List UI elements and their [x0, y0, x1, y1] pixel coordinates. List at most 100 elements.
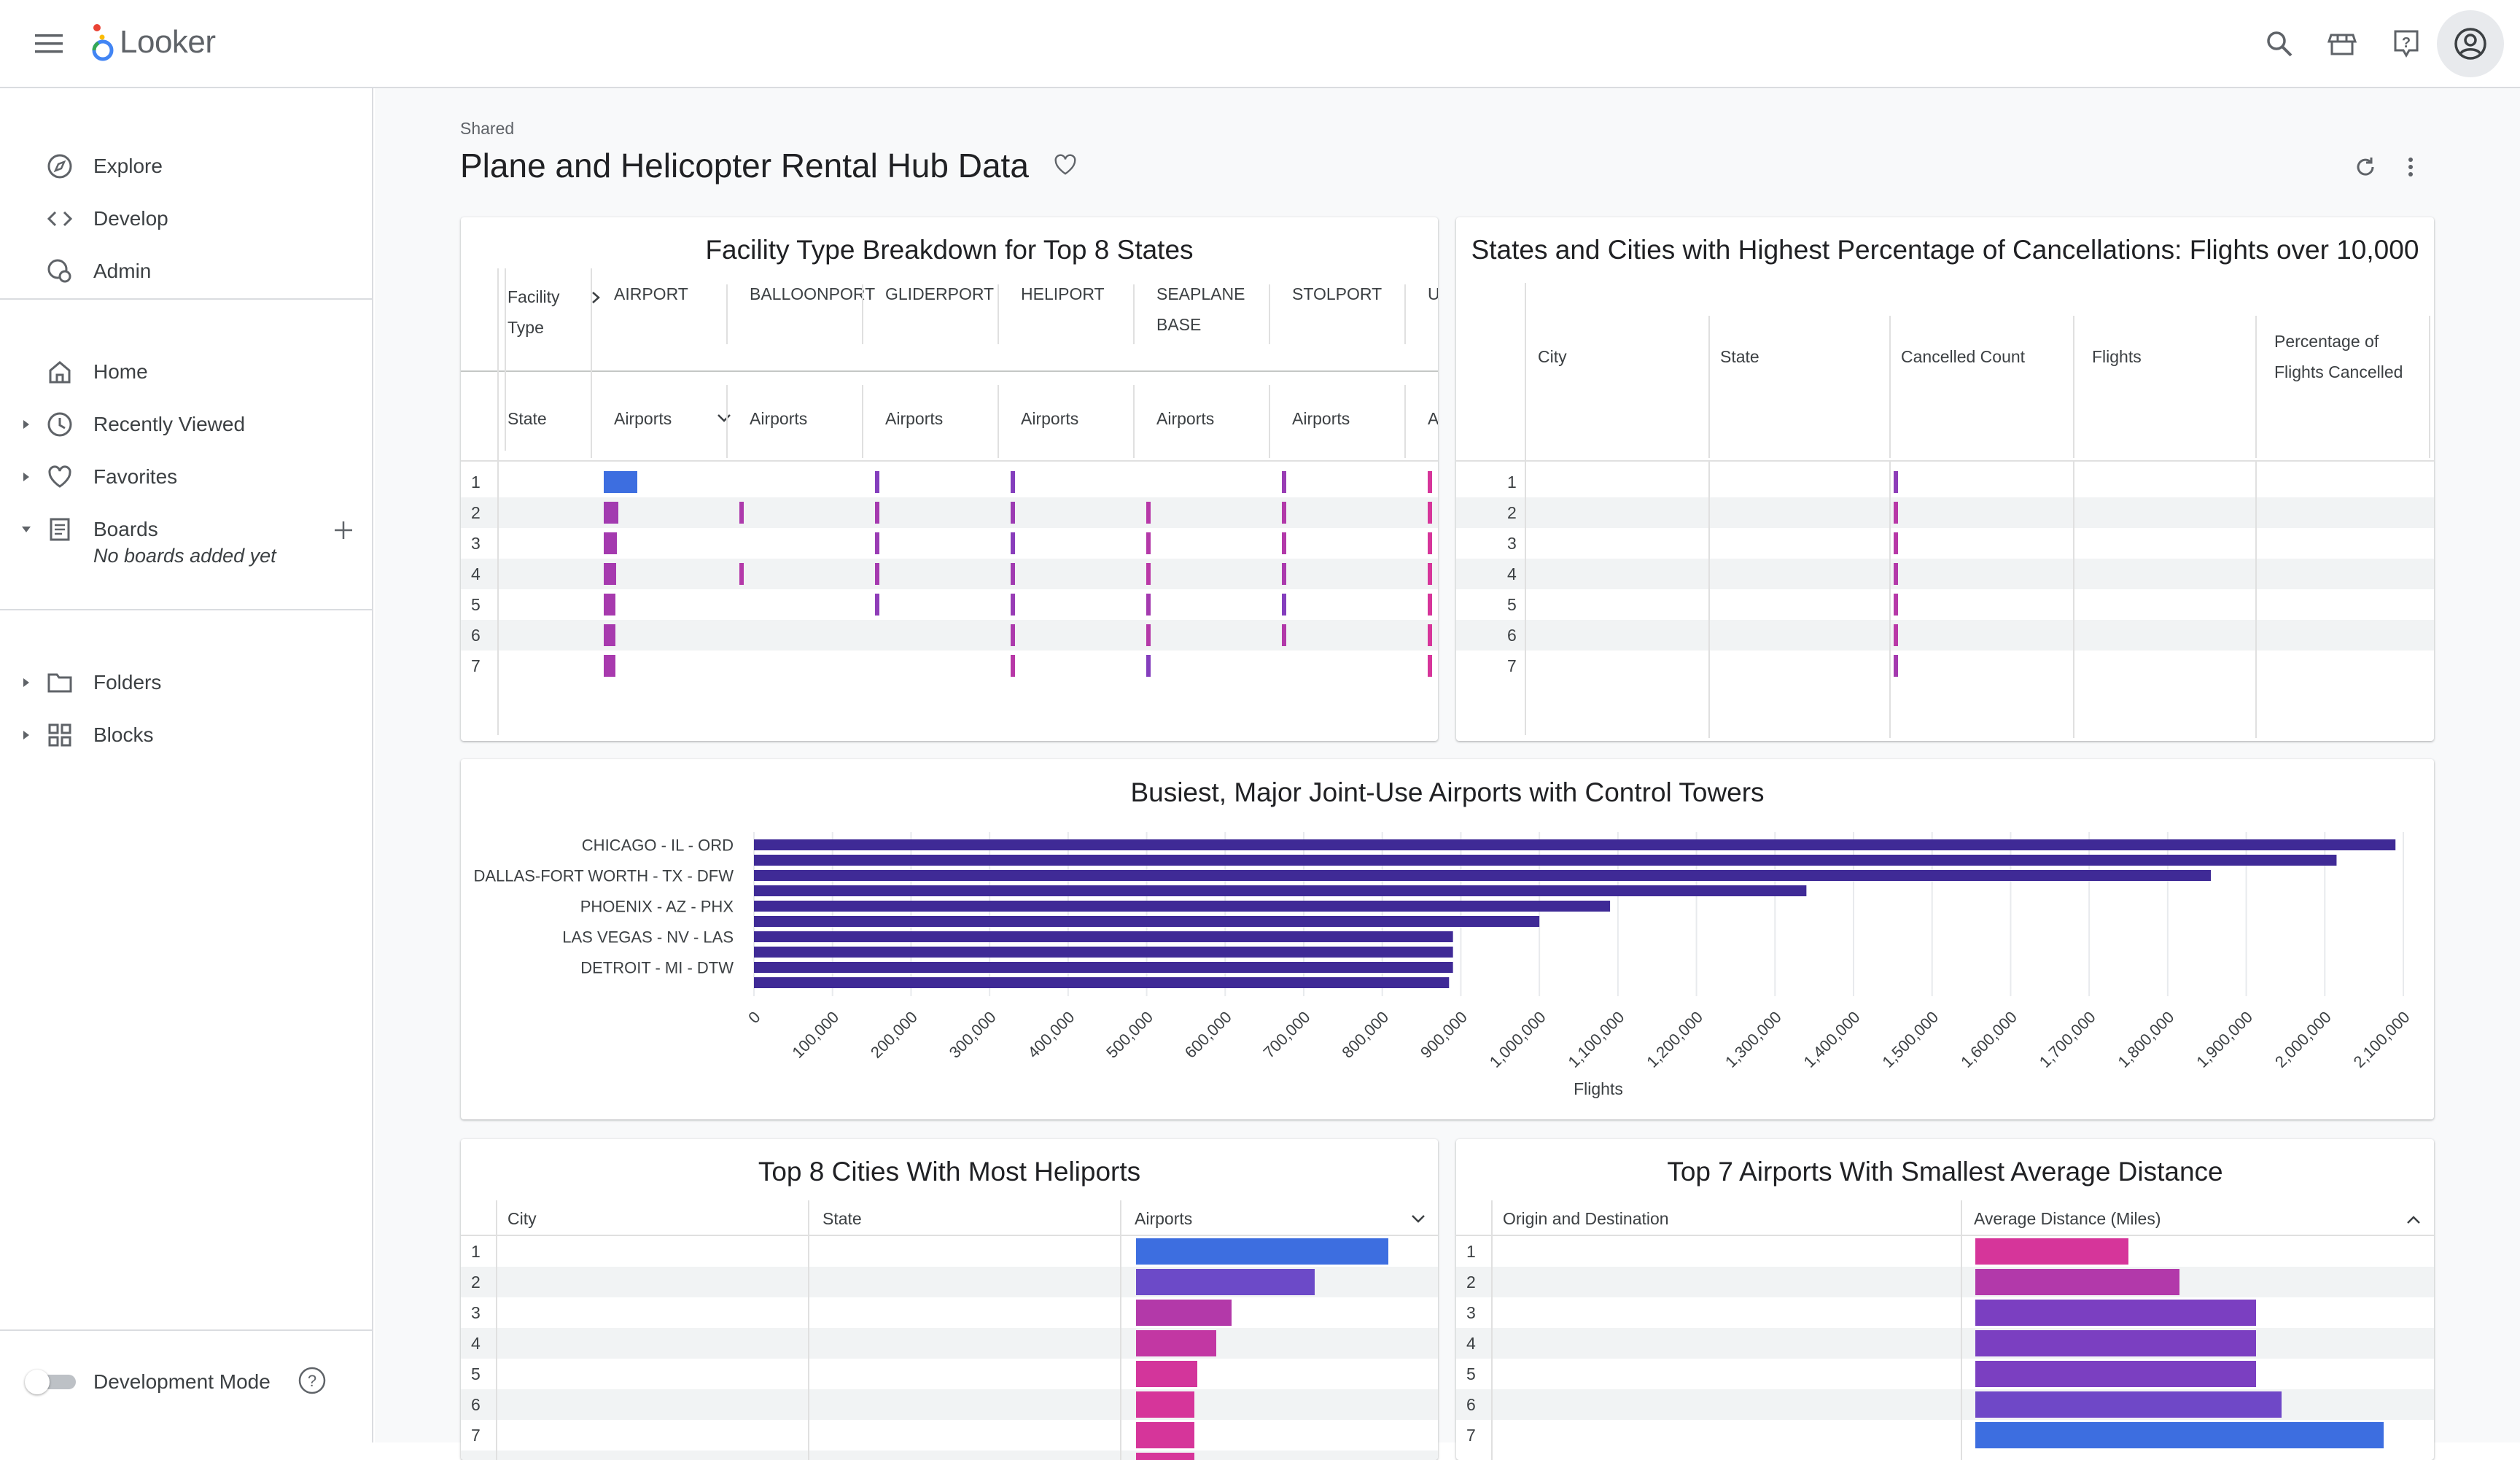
caret-down-icon[interactable] — [19, 522, 34, 537]
cell-bar — [1975, 1422, 2384, 1448]
favorite-heart-icon[interactable] — [1053, 152, 1079, 179]
column-divider — [862, 385, 863, 458]
header-divider — [1456, 1235, 2434, 1236]
chevron-right-icon[interactable] — [591, 290, 601, 308]
tile-facility-breakdown[interactable]: Facility Type Breakdown for Top 8 States… — [461, 217, 1438, 741]
more-vert-icon[interactable] — [2406, 155, 2421, 180]
column-divider — [1404, 385, 1406, 458]
tile-heliports[interactable]: Top 8 Cities With Most Heliports City St… — [461, 1139, 1438, 1460]
cell-bar — [1428, 624, 1432, 646]
caret-right-icon[interactable] — [19, 728, 34, 742]
row-number: 1 — [471, 1242, 481, 1261]
marketplace-icon[interactable] — [2323, 25, 2361, 63]
account-icon[interactable] — [2437, 10, 2504, 77]
x-tick-label: 1,400,000 — [1800, 1008, 1864, 1071]
y-axis-label: LAS VEGAS - NV - LAS — [562, 928, 734, 947]
caret-right-icon[interactable] — [19, 470, 34, 484]
sidebar-item-label: Favorites — [93, 465, 178, 488]
tile-smallest-distance[interactable]: Top 7 Airports With Smallest Average Dis… — [1456, 1139, 2434, 1460]
sort-down-icon[interactable] — [716, 413, 732, 428]
sidebar-item-folders[interactable]: Folders — [0, 659, 373, 706]
add-board-icon[interactable] — [332, 519, 354, 541]
cell-bar — [1975, 1238, 2128, 1265]
column-divider — [1120, 1200, 1121, 1460]
cell-bar — [604, 594, 615, 616]
cell-bar — [1894, 655, 1898, 677]
cell-bar — [604, 624, 615, 646]
sidebar-item-admin[interactable]: Admin — [0, 248, 373, 295]
measure-header: Airports — [614, 409, 672, 428]
measure-header: Airports — [1428, 409, 1438, 428]
column-divider — [2429, 316, 2430, 458]
sidebar-item-favorites[interactable]: Favorites — [0, 454, 373, 500]
cell-bar — [1975, 1391, 2282, 1418]
x-tick-label: 1,600,000 — [1957, 1008, 2021, 1071]
folder-icon — [45, 668, 74, 697]
column-divider — [497, 268, 499, 735]
menu-icon[interactable] — [29, 25, 70, 63]
reload-icon[interactable] — [2354, 155, 2379, 180]
sidebar-item-develop[interactable]: Develop — [0, 195, 373, 242]
help-circle-icon[interactable]: ? — [298, 1366, 327, 1395]
column-divider — [1961, 1200, 1962, 1460]
column-divider — [726, 385, 728, 458]
x-tick-label: 400,000 — [1024, 1008, 1078, 1062]
x-tick-label: 600,000 — [1181, 1008, 1235, 1062]
cell-bar — [604, 532, 617, 554]
cell-bar — [1011, 532, 1015, 554]
looker-logo[interactable]: Looker — [90, 20, 216, 64]
x-tick-label: 1,700,000 — [2036, 1008, 2099, 1071]
column-divider — [1525, 283, 1526, 735]
boards-icon — [45, 515, 74, 544]
breadcrumb[interactable]: Shared — [460, 119, 514, 139]
cell-bar — [1975, 1330, 2256, 1356]
header-divider — [461, 460, 1438, 462]
col-header: Percentage of Flights Cancelled — [2274, 332, 2403, 381]
help-icon[interactable]: ? — [2387, 25, 2425, 63]
x-tick-label: 2,100,000 — [2350, 1008, 2414, 1071]
caret-right-icon[interactable] — [19, 417, 34, 432]
sidebar-item-recently-viewed[interactable]: Recently Viewed — [0, 401, 373, 448]
cell-bar — [1282, 502, 1286, 524]
row-number: 4 — [1507, 564, 1517, 583]
x-tick-label: 300,000 — [946, 1008, 1000, 1062]
tile-cancellations[interactable]: States and Cities with Highest Percentag… — [1456, 217, 2434, 741]
caret-right-icon[interactable] — [19, 675, 34, 690]
cell-bar — [1136, 1300, 1232, 1326]
x-tick-label: 200,000 — [867, 1008, 921, 1062]
chart-bar — [754, 855, 2337, 866]
col-header: State — [1720, 347, 1759, 366]
column-divider — [496, 1200, 497, 1460]
sidebar-item-label: Home — [93, 360, 148, 383]
sidebar-item-home[interactable]: Home — [0, 349, 373, 395]
sidebar-item-label: Develop — [93, 207, 168, 230]
cell-bar — [739, 563, 744, 585]
dev-mode-toggle[interactable] — [25, 1370, 80, 1394]
tile-title: States and Cities with Highest Percentag… — [1471, 235, 2419, 265]
sidebar-item-explore[interactable]: Explore — [0, 143, 373, 190]
cell-bar — [1146, 502, 1151, 524]
cell-bar — [875, 502, 879, 524]
col-header: HELIPORT — [1021, 284, 1105, 303]
dev-mode-label: Development Mode — [93, 1370, 271, 1393]
sidebar-item-blocks[interactable]: Blocks — [0, 712, 373, 758]
cell-bar — [1428, 563, 1432, 585]
sort-down-icon[interactable] — [1410, 1214, 1426, 1229]
col-header: STOLPORT — [1292, 284, 1382, 303]
cell-bar — [1011, 624, 1015, 646]
column-divider — [505, 268, 506, 451]
column-divider — [1491, 1200, 1493, 1460]
row-number: 6 — [471, 1395, 481, 1414]
cell-bar — [875, 594, 879, 616]
search-icon[interactable] — [2260, 25, 2298, 63]
row-number: 1 — [471, 473, 481, 492]
column-divider — [1889, 461, 1891, 738]
col-header: Origin and Destination — [1503, 1209, 1669, 1228]
sort-up-icon[interactable] — [2406, 1214, 2422, 1229]
col-header: AIRPORT — [614, 284, 688, 303]
chart-bar — [754, 916, 1540, 927]
tile-busiest-airports[interactable]: Busiest, Major Joint-Use Airports with C… — [461, 759, 2434, 1119]
row-number: 6 — [471, 626, 481, 645]
column-divider — [1708, 461, 1710, 738]
cell-bar — [1136, 1238, 1388, 1265]
